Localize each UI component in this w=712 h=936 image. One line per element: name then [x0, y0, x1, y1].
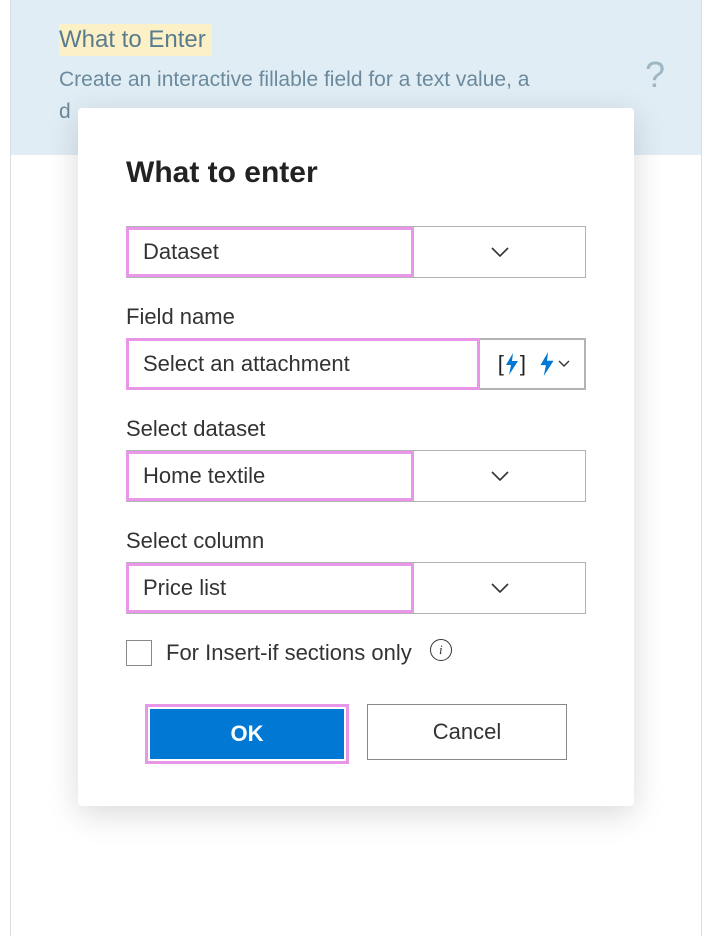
select-column-value: Price list [126, 563, 414, 613]
select-dataset-value: Home textile [126, 451, 414, 501]
chevron-down-icon [491, 247, 509, 257]
select-dataset-arrow[interactable] [414, 471, 585, 481]
type-select[interactable]: Dataset [126, 226, 586, 278]
field-name-input[interactable]: Select an attachment [ ] [126, 338, 586, 390]
select-dataset-label: Select dataset [126, 416, 586, 442]
field-name-row: Field name Select an attachment [ ] [126, 304, 586, 390]
select-column-row: Select column Price list [126, 528, 586, 614]
select-column-arrow[interactable] [414, 583, 585, 593]
bolt-icon [504, 353, 520, 375]
chevron-down-icon [491, 471, 509, 481]
type-select-value: Dataset [126, 227, 414, 277]
help-icon[interactable]: ? [645, 54, 665, 96]
cancel-button[interactable]: Cancel [367, 704, 567, 760]
field-name-label: Field name [126, 304, 586, 330]
bolt-icon [538, 352, 556, 376]
insert-variable-button[interactable]: [ ] [498, 351, 526, 377]
select-dataset-dropdown[interactable]: Home textile [126, 450, 586, 502]
ok-button[interactable]: OK [150, 709, 344, 759]
ok-button-highlight: OK [145, 704, 349, 764]
type-select-arrow[interactable] [414, 247, 585, 257]
insert-if-label: For Insert-if sections only [166, 640, 412, 666]
insert-if-checkbox[interactable] [126, 640, 152, 666]
dialog-buttons: OK Cancel [126, 704, 586, 764]
variable-dropdown-button[interactable] [538, 352, 570, 376]
select-column-label: Select column [126, 528, 586, 554]
insert-if-checkbox-row: For Insert-if sections only i [126, 640, 586, 666]
select-dataset-row: Select dataset Home textile [126, 416, 586, 502]
bracket-close: ] [520, 351, 526, 377]
what-to-enter-dialog: What to enter Dataset Field name Select … [78, 108, 634, 806]
type-field-row: Dataset [126, 226, 586, 278]
chevron-down-icon [491, 583, 509, 593]
info-icon[interactable]: i [430, 639, 452, 661]
chevron-down-icon [558, 360, 570, 368]
select-column-dropdown[interactable]: Price list [126, 562, 586, 614]
field-name-actions: [ ] [480, 339, 585, 389]
background-title: What to Enter [59, 24, 212, 56]
field-name-value: Select an attachment [126, 338, 480, 390]
dialog-title: What to enter [126, 156, 586, 190]
